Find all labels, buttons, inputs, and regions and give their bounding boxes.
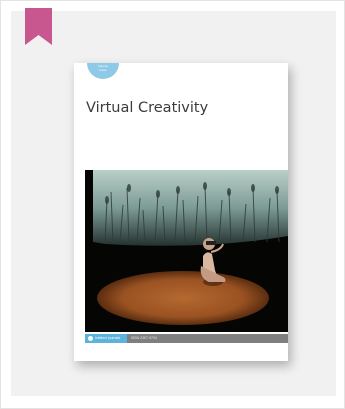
- publisher-name: intellect journals: [95, 336, 121, 340]
- intellect-logo-icon: [88, 336, 93, 341]
- publisher-block: intellect journals: [85, 334, 127, 343]
- issue-badge-text: Volume Issue: [97, 64, 108, 72]
- bookmark-icon[interactable]: [25, 8, 52, 45]
- journal-card: Volume Issue Virtual Creativity intellec…: [0, 0, 345, 409]
- journal-cover[interactable]: Volume Issue Virtual Creativity intellec…: [74, 63, 288, 361]
- cover-image: [85, 170, 288, 332]
- cover-footer: intellect journals ISSN 2397-9704: [85, 334, 288, 343]
- issn-label: ISSN 2397-9704: [131, 336, 157, 340]
- journal-title: Virtual Creativity: [86, 100, 209, 116]
